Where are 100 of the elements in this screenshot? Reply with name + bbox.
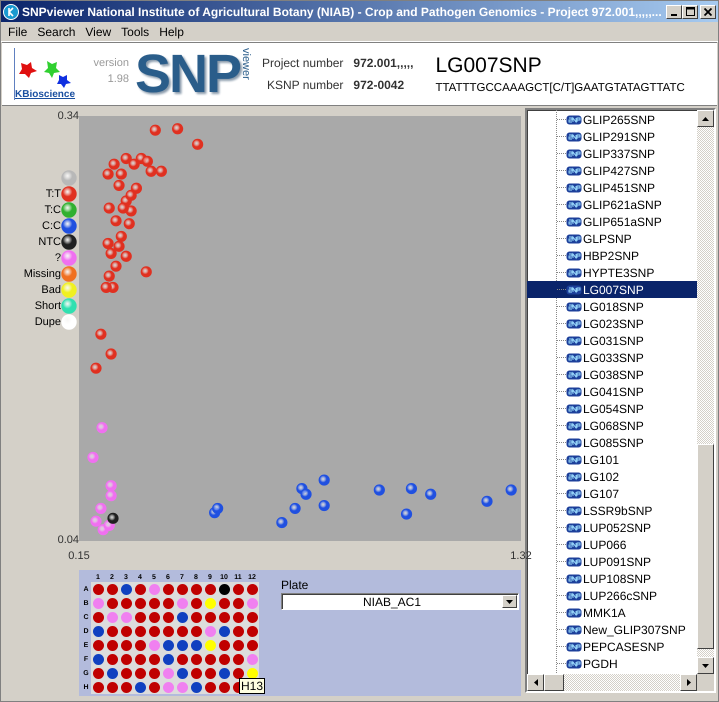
snp-list-item[interactable]: GLIP621aSNP [527, 196, 697, 213]
snp-list-item[interactable]: LG068SNP [527, 417, 697, 434]
plate-well[interactable] [218, 668, 230, 678]
snp-badge-icon [566, 454, 582, 464]
logo-subtitle: viewer [240, 48, 252, 80]
scroll-up-button[interactable] [697, 110, 714, 127]
snp-name: LG054SNP [583, 402, 644, 416]
project-number-label: Project number [262, 56, 344, 70]
snp-list-item[interactable]: LUP108SNP [527, 570, 697, 587]
data-point [128, 158, 140, 170]
plate-well[interactable] [218, 626, 230, 636]
plate-well[interactable] [106, 668, 118, 678]
data-point [124, 218, 135, 230]
snp-badge-icon [566, 574, 582, 584]
snp-badge-icon [566, 114, 582, 124]
snp-list-item[interactable]: LG101 [527, 451, 697, 468]
snp-list-item[interactable]: HBP2SNP [527, 247, 697, 264]
snp-list-item[interactable]: LG033SNP [527, 349, 697, 366]
snp-list-item[interactable]: MMK1A [527, 604, 697, 621]
snp-badge-icon [566, 556, 582, 566]
scrollbar-thumb[interactable] [697, 444, 714, 649]
snp-list-item[interactable]: LG023SNP [527, 315, 697, 332]
plate-well[interactable] [176, 640, 188, 650]
snp-list-item[interactable]: GLIP337SNP [527, 145, 697, 162]
maximize-button[interactable] [682, 4, 698, 18]
snp-list-item[interactable]: GLIP265SNP [527, 111, 697, 128]
data-point [104, 202, 115, 214]
data-point [276, 516, 288, 528]
plate-well[interactable] [92, 626, 104, 636]
snp-list-item[interactable]: LG041SNP [527, 383, 697, 400]
scrollbar-thumb[interactable] [544, 674, 564, 691]
scroll-left-button[interactable] [527, 674, 544, 691]
plate-well[interactable] [162, 654, 174, 664]
snp-list-item[interactable]: PEPCASESNP [527, 638, 697, 655]
ksnp-number-label: KSNP number [266, 78, 344, 92]
scroll-right-button[interactable] [680, 674, 697, 691]
legend-label: Dupe [34, 316, 61, 328]
snp-name: GLIP651aSNP [583, 214, 662, 228]
plate-well[interactable] [120, 584, 132, 594]
snp-list-item[interactable]: GLIP651aSNP [527, 213, 697, 230]
snp-badge-icon [566, 590, 582, 600]
plate-well[interactable] [176, 612, 188, 622]
data-point [172, 123, 184, 134]
x-axis-tick-label: 0.15 [68, 550, 90, 564]
minimize-button[interactable] [666, 4, 682, 18]
snp-list-item[interactable]: GLIP427SNP [527, 162, 697, 179]
plate-dropdown[interactable]: NIAB_AC1 [281, 593, 519, 610]
snp-list-item[interactable]: GLIP451SNP [527, 179, 697, 196]
data-point [142, 156, 153, 167]
legend-label: ? [54, 252, 61, 264]
snp-badge-icon [566, 608, 582, 618]
snp-list-item[interactable]: LSSR9bSNP [527, 502, 697, 519]
snp-list-item[interactable]: GLPSNP [527, 230, 697, 247]
snp-list-item[interactable]: LUP066 [527, 536, 697, 553]
snp-list-item[interactable]: LG107 [527, 485, 697, 502]
snp-name: GLIP451SNP [583, 180, 656, 194]
data-point [104, 270, 115, 282]
plate-well[interactable] [218, 584, 230, 594]
snp-list-item[interactable]: LG054SNP [527, 400, 697, 417]
snp-list-item[interactable]: GLIP291SNP [527, 128, 697, 145]
snp-list-item[interactable]: LG031SNP [527, 332, 697, 349]
snp-list-item[interactable]: LUP052SNP [527, 519, 697, 536]
plate-well[interactable] [190, 682, 202, 692]
scroll-down-button[interactable] [697, 657, 714, 674]
data-point [506, 484, 517, 496]
snp-list-item[interactable]: LG102 [527, 468, 697, 485]
plate-well[interactable] [190, 640, 202, 650]
menu-item[interactable]: Search [32, 24, 80, 38]
snp-name: LG033SNP [583, 350, 644, 364]
snp-list-item[interactable]: PGDH [527, 655, 697, 672]
snp-list-item[interactable]: LG007SNP [527, 281, 697, 298]
snp-badge-icon [566, 284, 582, 294]
snp-name: LG085SNP [583, 436, 644, 450]
plate-well[interactable] [162, 640, 174, 650]
data-point [406, 482, 418, 494]
snp-list-item[interactable]: LG018SNP [527, 298, 697, 315]
menu-item[interactable]: View [80, 24, 116, 38]
snp-list-item[interactable]: LUP266cSNP [527, 587, 697, 604]
menu-item[interactable]: Help [154, 24, 189, 38]
close-button[interactable] [700, 4, 716, 18]
data-point [118, 202, 129, 214]
legend-label: Missing [24, 268, 61, 280]
menu-item[interactable]: Tools [116, 24, 154, 38]
plate-well[interactable] [134, 682, 146, 692]
snp-list-item[interactable]: LG085SNP [527, 434, 697, 451]
legend-label: T:T [46, 188, 61, 200]
plate-well[interactable] [92, 654, 104, 664]
snp-name: New_GLIP307SNP [583, 622, 686, 636]
snp-name: LUP266cSNP [583, 588, 658, 602]
menu-item[interactable]: File [3, 24, 32, 38]
window-title: SNPviewer National Institute of Agricultural Botany (NIAB) - Crop and Pathogen Genomics - Project 972.001,,,,,... [22, 4, 663, 18]
snp-list-item[interactable]: HYPTE3SNP [527, 264, 697, 281]
plate-well[interactable] [176, 668, 188, 678]
data-point [87, 452, 99, 464]
y-axis-tick-label: 0.34 [58, 110, 79, 123]
plate-well[interactable] [246, 668, 258, 678]
data-point [192, 138, 204, 150]
snp-list-item[interactable]: New_GLIP307SNP [527, 621, 697, 638]
snp-list-item[interactable]: LG038SNP [527, 366, 697, 383]
snp-name: LG023SNP [583, 316, 644, 330]
